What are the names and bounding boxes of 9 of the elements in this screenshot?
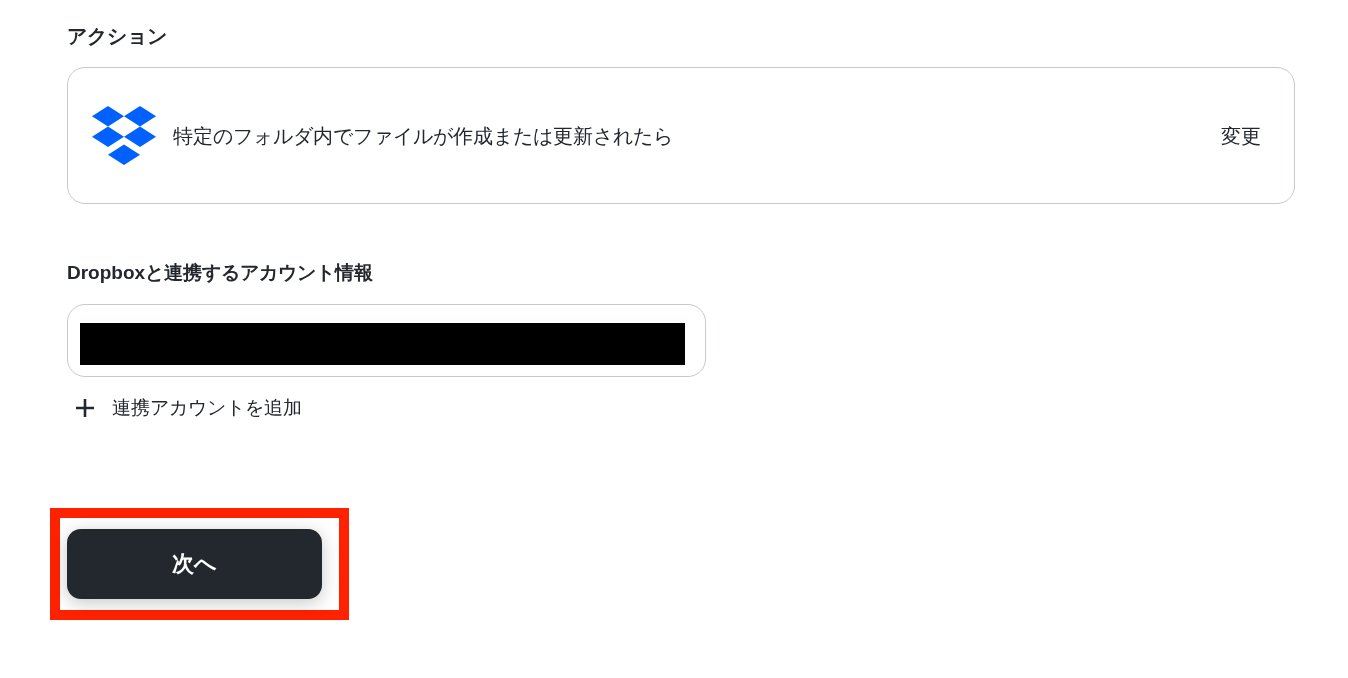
add-account-link[interactable]: 連携アカウントを追加 [67,394,302,422]
plus-icon [75,398,95,418]
app-logo-icon [92,106,156,165]
section-title: アクション [67,24,167,49]
field-label: Dropboxと連携するアカウント情報 [67,261,374,285]
account-field[interactable] [67,304,706,377]
trigger-text: 特定のフォルダ内でファイルが作成または更新されたら [173,123,674,149]
next-button[interactable]: 次へ [67,529,322,599]
change-link[interactable]: 変更 [1221,121,1261,150]
